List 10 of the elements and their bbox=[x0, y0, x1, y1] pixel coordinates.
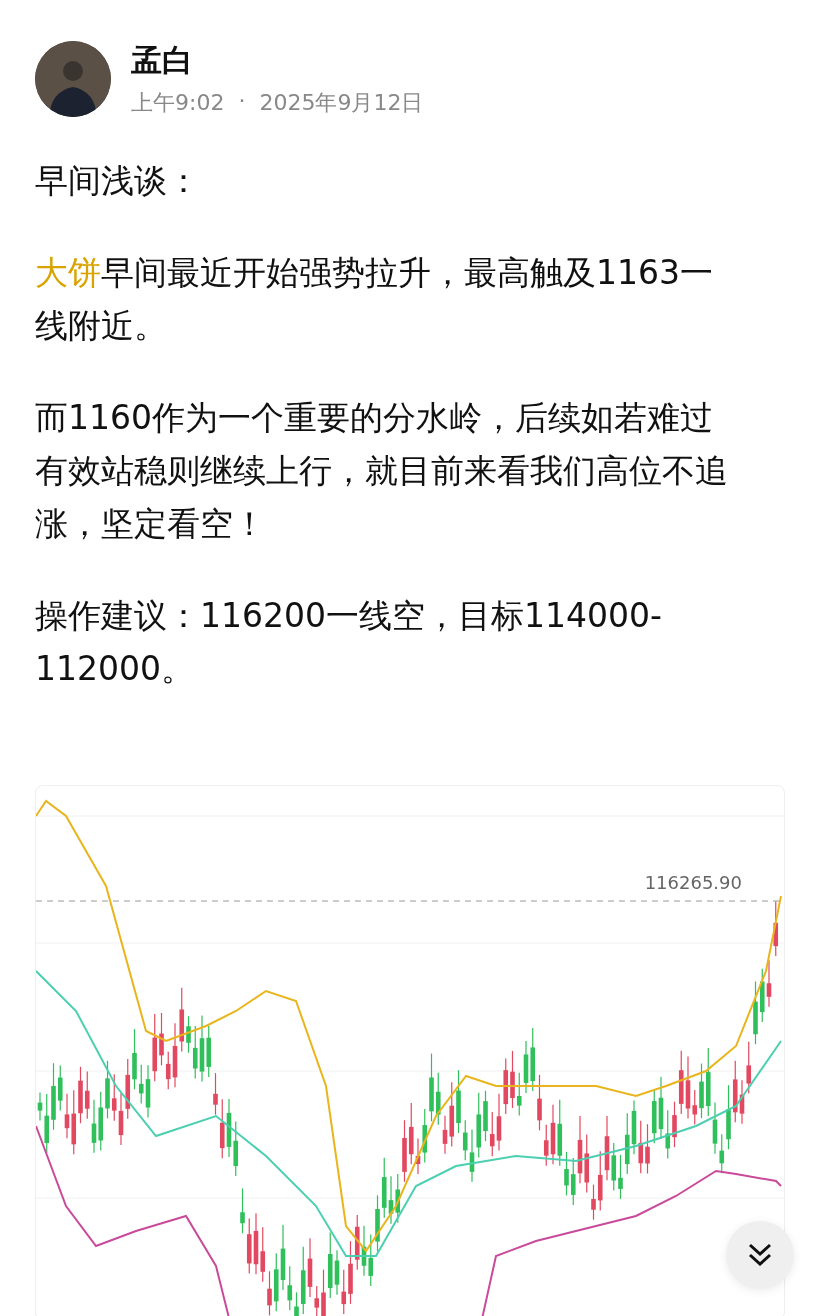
double-chevron-down-icon bbox=[746, 1241, 774, 1269]
price-label: 116265.90 bbox=[644, 872, 742, 893]
post-paragraph: 而1160作为一个重要的分水岭，后续如若难过有效站稳则继续上行，就目前来看我们高位不追涨，坚定看空！ bbox=[35, 397, 729, 545]
separator-dot: · bbox=[238, 88, 246, 115]
post-paragraph: 早间浅谈： bbox=[35, 160, 201, 202]
post-time: 上午9:02 bbox=[131, 89, 225, 117]
post-date: 2025年9月12日 bbox=[259, 89, 424, 117]
post-paragraph: 大饼早间最近开始强势拉升，最高触及1163一线附近。 bbox=[35, 252, 714, 347]
post-paragraph: 操作建议：116200一线空，目标114000-112000。 bbox=[35, 595, 663, 690]
author-name[interactable]: 孟白 bbox=[131, 40, 424, 82]
